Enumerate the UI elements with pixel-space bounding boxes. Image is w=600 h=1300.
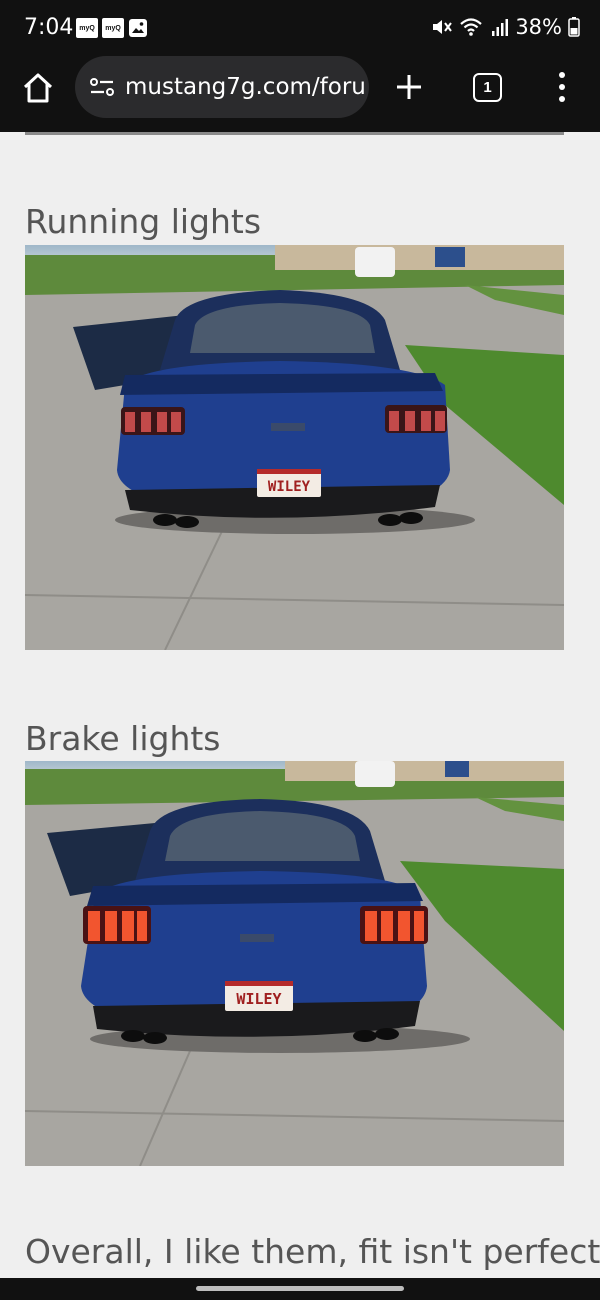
- gesture-handle[interactable]: [196, 1286, 404, 1291]
- gallery-icon: [129, 19, 147, 37]
- tab-switcher-button[interactable]: 1: [473, 73, 502, 102]
- signal-icon: [492, 19, 509, 36]
- browser-toolbar: mustang7g.com/foru 1: [0, 56, 600, 132]
- running-lights-photo[interactable]: WILEY: [25, 245, 564, 650]
- gesture-nav-bar: [0, 1278, 600, 1300]
- url-text[interactable]: mustang7g.com/foru: [125, 74, 366, 100]
- address-bar[interactable]: mustang7g.com/foru: [75, 56, 369, 118]
- status-right: 38%: [431, 15, 580, 39]
- battery-icon: [568, 17, 580, 37]
- status-bar: 7:04 myQ myQ 38%: [0, 0, 600, 56]
- tab-count: 1: [483, 79, 492, 96]
- heading-brake-lights: Brake lights: [25, 719, 221, 758]
- home-icon[interactable]: [20, 70, 56, 106]
- heading-running-lights: Running lights: [25, 202, 262, 241]
- brake-lights-photo[interactable]: WILEY: [25, 761, 564, 1166]
- page-content: Running lights WILEY Brake lights WILEY …: [0, 132, 600, 1278]
- mute-icon: [433, 20, 453, 34]
- myq-notification-icon: myQ: [102, 18, 124, 38]
- brake-plate-text: WILEY: [236, 990, 281, 1008]
- post-body-text: Overall, I like them, fit isn't perfect,…: [25, 1232, 600, 1271]
- site-settings-icon[interactable]: [89, 76, 115, 98]
- myq-notification-icon: myQ: [76, 18, 98, 38]
- wifi-icon: [460, 18, 483, 36]
- more-vert-icon[interactable]: [550, 70, 574, 104]
- plus-icon[interactable]: [394, 72, 424, 102]
- battery-percent: 38%: [515, 15, 562, 39]
- running-plate-text: WILEY: [268, 479, 311, 495]
- notification-icons: myQ myQ: [76, 18, 148, 38]
- previous-image-edge: [25, 132, 564, 135]
- status-time: 7:04: [24, 15, 74, 40]
